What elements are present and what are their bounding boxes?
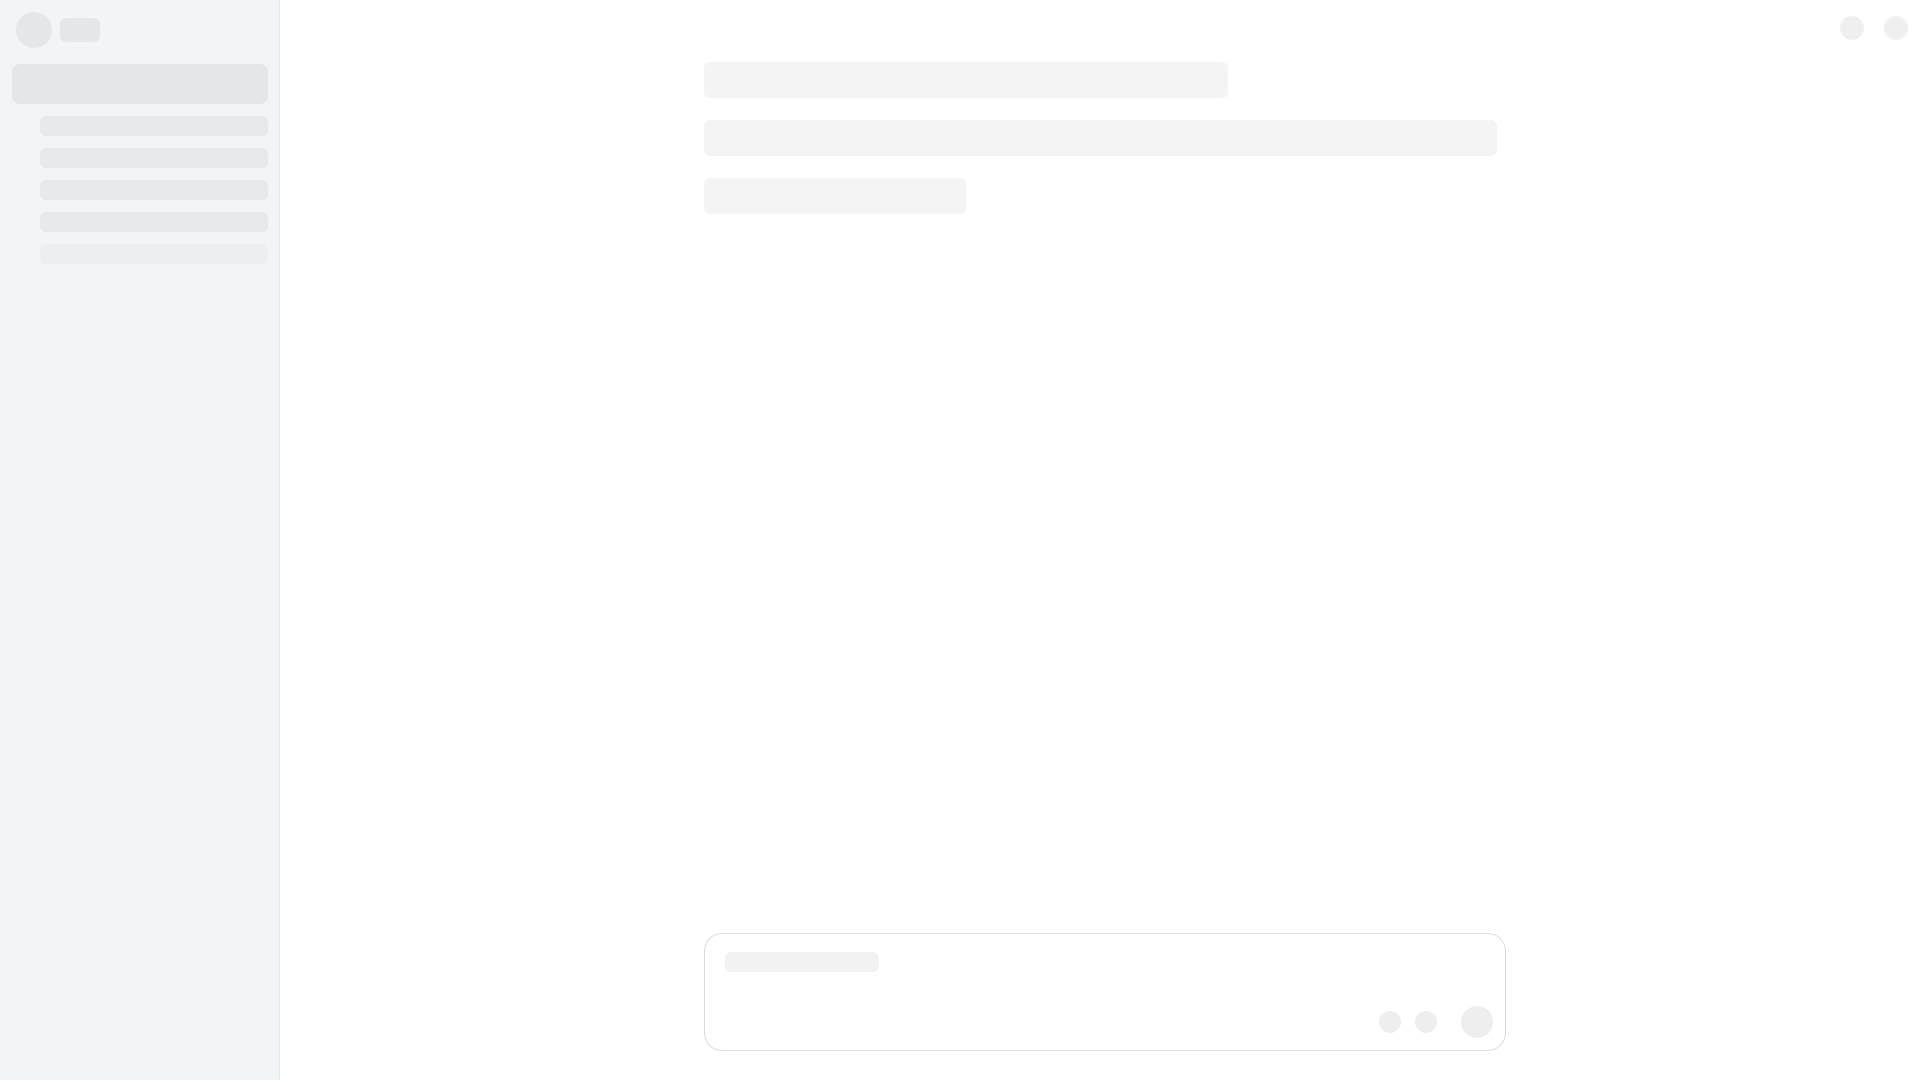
composer-tools <box>1379 1006 1493 1038</box>
sidebar-item-skeleton[interactable] <box>40 180 268 200</box>
title-skeleton <box>704 62 1228 98</box>
main-content-skeleton <box>704 62 1504 214</box>
sidebar-item-skeleton[interactable] <box>40 244 268 264</box>
composer-placeholder-skeleton <box>725 952 879 972</box>
header-action-icon[interactable] <box>1840 16 1864 40</box>
app-shell <box>0 0 1920 1080</box>
sidebar-item-skeleton[interactable] <box>40 212 268 232</box>
brand-placeholder <box>60 18 100 42</box>
sidebar-header <box>16 12 100 48</box>
top-actions <box>1840 16 1908 40</box>
sidebar <box>0 0 280 1080</box>
text-line-skeleton <box>704 178 966 214</box>
attach-icon[interactable] <box>1379 1011 1401 1033</box>
sidebar-item-skeleton[interactable] <box>40 116 268 136</box>
header-action-icon[interactable] <box>1884 16 1908 40</box>
new-item-button-skeleton[interactable] <box>12 64 268 104</box>
sidebar-item-skeleton[interactable] <box>40 148 268 168</box>
composer[interactable] <box>704 933 1506 1051</box>
avatar-icon[interactable] <box>16 12 52 48</box>
text-line-skeleton <box>704 120 1497 156</box>
send-icon[interactable] <box>1461 1006 1493 1038</box>
tool-icon[interactable] <box>1415 1011 1437 1033</box>
sidebar-list <box>40 116 268 264</box>
